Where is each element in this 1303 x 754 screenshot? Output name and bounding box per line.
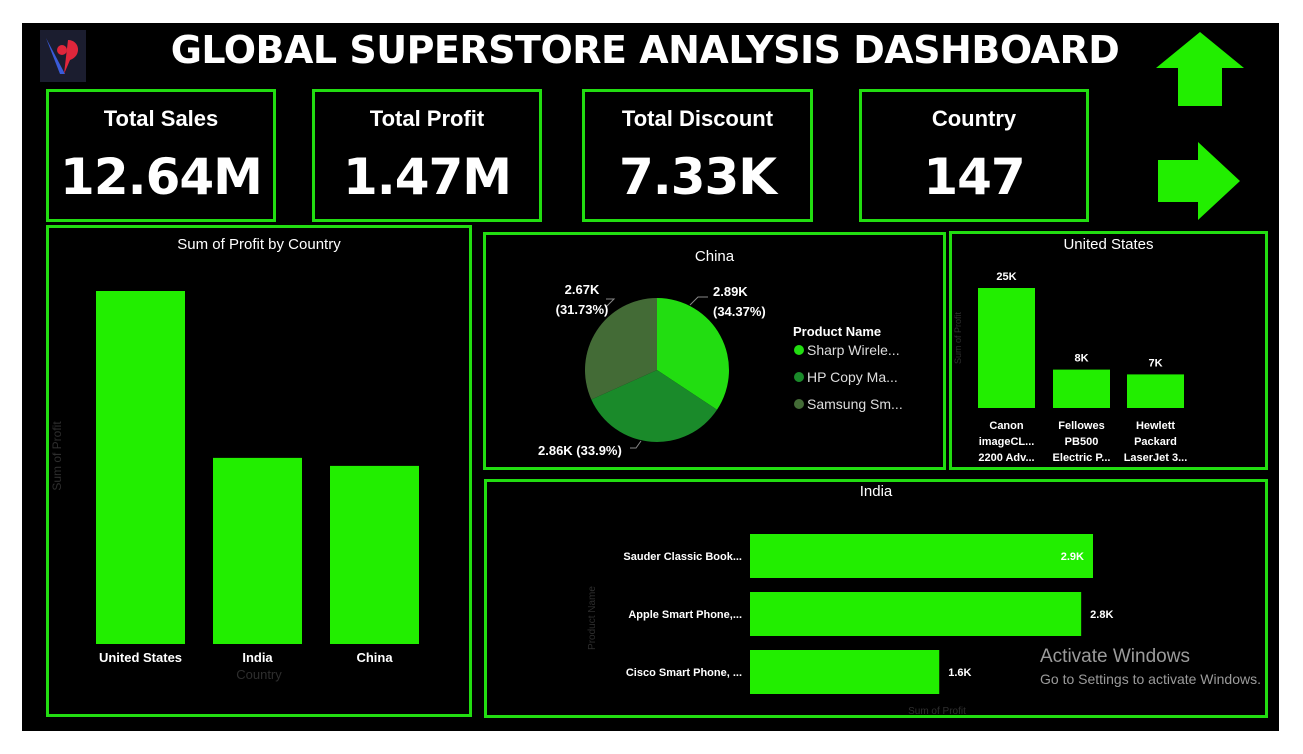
data-label: 8K [1074,353,1088,365]
legend-label: HP Copy Ma... [807,369,898,385]
x-axis-title: Country [236,667,282,682]
chart-china-pie: China 2.89K (34.37%) 2.86K (33.9%) 2.67K (31… [483,232,946,470]
page-title: GLOBAL SUPERSTORE ANALYSIS DASHBOARD [170,28,1120,72]
profit-by-country-svg: United States India China Country Sum of Pro… [50,291,419,682]
united-states-svg: 25K Canon imageCL... 2200 Adv... 8K Fellowes P… [953,271,1188,464]
data-label: 2.8K [1090,609,1113,621]
arrow-right-icon [1158,142,1240,220]
kpi-card-country: Country 147 [859,89,1089,222]
x-tick-label: China [356,650,393,665]
bar [978,288,1035,408]
kpi-value: 147 [923,148,1025,206]
kpi-value: 7.33K [618,148,777,206]
kpi-card-total-discount: Total Discount 7.33K [582,89,813,222]
data-label: 7K [1148,357,1162,369]
y-axis-title: Sum of Profit [50,421,64,491]
logo-icon [46,38,79,74]
kpi-card-total-sales: Total Sales 12.64M [46,89,276,222]
legend-title: Product Name [793,324,881,339]
chart-profit-by-country: Sum of Profit by Country United States In… [46,225,472,717]
nav-right-button[interactable] [1156,140,1242,222]
data-label: 1.6K [948,667,971,679]
kpi-label: Total Profit [369,106,485,131]
legend-label: Samsung Sm... [807,396,903,412]
kpi-label: Total Sales [103,106,219,131]
y-tick-label: Cisco Smart Phone, ... [626,667,742,679]
data-label: 2.9K [1061,551,1084,563]
legend-marker [794,372,804,382]
data-label: 2.67K (31.73%) [556,282,609,317]
leader-line [689,296,708,306]
kpi-label: Total Discount [621,106,774,131]
activate-windows-subtitle: Go to Settings to activate Windows. [1040,671,1261,687]
x-axis-title: Sum of Profit [908,706,966,715]
activate-windows-title: Activate Windows [1040,646,1190,667]
chart-united-states: United States 25K Canon imageCL... 2200 Adv… [949,231,1268,470]
x-tick-label: Canon imageCL... 2200 Adv... [978,420,1034,464]
x-tick-label: Hewlett Packard LaserJet 3... [1124,420,1188,464]
bar [213,457,302,644]
y-tick-label: Sauder Classic Book... [623,551,742,563]
bar [330,465,419,644]
data-label: 25K [996,271,1016,283]
kpi-card-total-profit: Total Profit 1.47M [312,89,542,222]
data-label: 2.86K (33.9%) [538,443,622,458]
brand-logo [40,30,86,82]
china-pie-svg: 2.89K (34.37%) 2.86K (33.9%) 2.67K (31.73%) P… [538,282,903,458]
data-label: 2.89K (34.37%) [713,284,766,319]
x-tick-label: United States [99,650,182,665]
kpi-value: 12.64M [60,148,263,206]
bar [750,534,1093,578]
bar [1053,369,1110,408]
x-tick-label: India [242,650,273,665]
y-tick-label: Apple Smart Phone,... [628,609,742,621]
bar [750,592,1082,636]
legend-marker [794,345,804,355]
legend-label: Sharp Wirele... [807,342,900,358]
nav-up-button[interactable] [1154,30,1246,108]
kpi-value: 1.47M [342,148,512,206]
bar [750,650,940,694]
arrow-up-icon [1156,32,1244,106]
y-axis-title: Product Name [587,586,598,650]
bar [96,291,185,644]
legend-marker [794,399,804,409]
x-tick-label: Fellowes PB500 Electric P... [1053,420,1111,464]
bar [1127,374,1184,408]
kpi-label: Country [931,106,1017,131]
y-axis-title: Sum of Profit [953,311,963,364]
leader-line [630,440,642,449]
